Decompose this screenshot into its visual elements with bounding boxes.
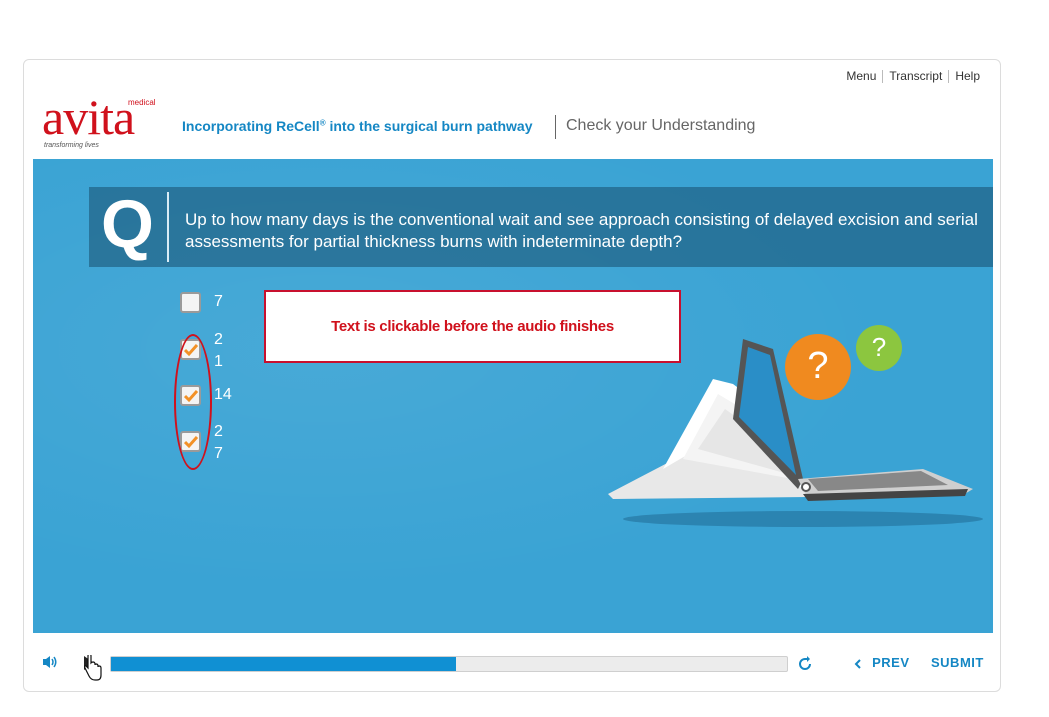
avita-logo: avita medical transforming lives <box>42 89 162 152</box>
book-laptop-illustration: ? ? <box>603 325 983 539</box>
top-nav: Menu Transcript Help <box>840 70 986 83</box>
help-link[interactable]: Help <box>948 70 986 83</box>
question-bar: Q Up to how many days is the conventiona… <box>89 186 993 267</box>
volume-icon[interactable] <box>42 655 58 674</box>
slide-stage: Q Up to how many days is the conventiona… <box>33 159 993 633</box>
player-controls: PREV SUBMIT <box>24 645 1000 685</box>
prev-label: PREV <box>872 655 910 670</box>
transcript-link[interactable]: Transcript <box>882 70 948 83</box>
question-divider <box>167 192 169 262</box>
logo-medical: medical <box>128 98 156 107</box>
course-title-part1: Incorporating ReCell <box>182 118 320 134</box>
course-title-part2: into the surgical burn pathway <box>325 118 533 134</box>
course-player: Menu Transcript Help avita medical trans… <box>23 59 1001 692</box>
answer-label[interactable]: 2 7 <box>214 421 223 465</box>
submit-button[interactable]: SUBMIT <box>931 655 984 670</box>
logo-wordmark: avita <box>42 89 135 145</box>
question-bubble-small: ? <box>856 325 902 371</box>
progress-bar[interactable] <box>110 656 788 672</box>
menu-link[interactable]: Menu <box>840 70 882 83</box>
logo-tagline: transforming lives <box>44 142 99 149</box>
answer-checkbox[interactable] <box>180 292 201 313</box>
answer-label[interactable]: 14 <box>214 384 232 406</box>
highlight-ellipse <box>174 334 212 470</box>
progress-fill <box>111 657 456 671</box>
chevron-left-icon <box>854 655 872 670</box>
prev-button[interactable]: PREV <box>854 655 910 670</box>
course-title: Incorporating ReCell® into the surgical … <box>182 118 533 134</box>
answer-label[interactable]: 2 1 <box>214 329 223 373</box>
replay-icon[interactable] <box>796 655 814 678</box>
question-letter: Q <box>101 186 154 262</box>
question-text: Up to how many days is the conventional … <box>185 210 978 251</box>
question-bubble-large: ? <box>785 334 851 400</box>
slide-title: Check your Understanding <box>566 117 756 134</box>
answer-label[interactable]: 7 <box>214 291 223 313</box>
hand-cursor-icon <box>84 653 102 686</box>
title-divider <box>555 115 556 139</box>
